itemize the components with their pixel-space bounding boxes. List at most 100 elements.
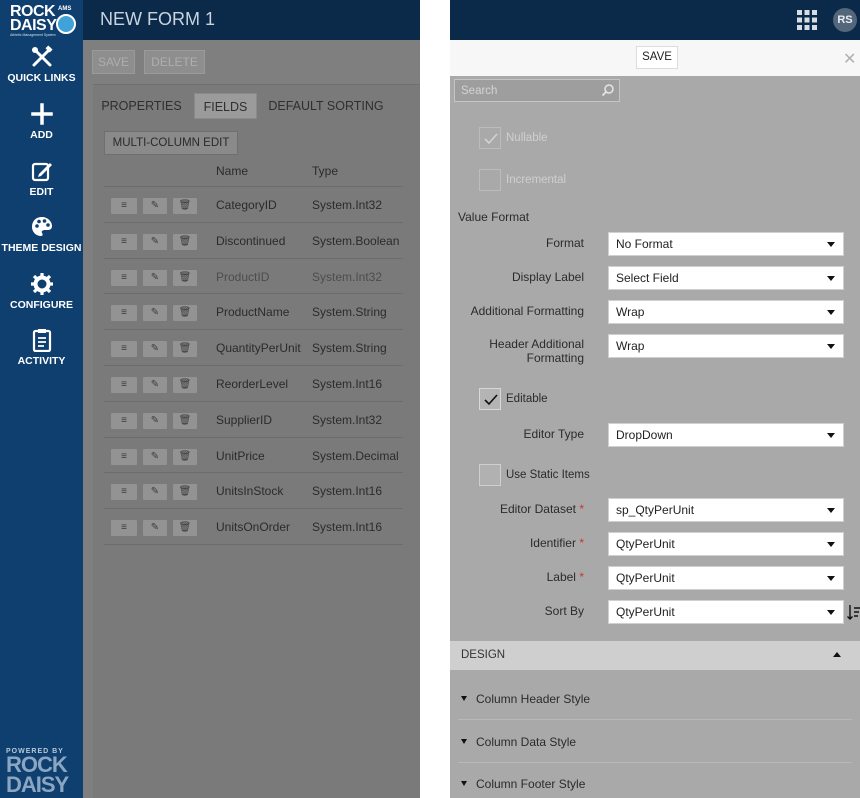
header-additional-formatting-select[interactable]: Wrap bbox=[608, 334, 844, 358]
trash-icon[interactable]: 🗑 bbox=[172, 483, 198, 502]
table-row[interactable]: ≡ ✎ 🗑 ProductName System.String bbox=[104, 293, 403, 329]
editor-dataset-label-text: Editor Dataset bbox=[499, 502, 576, 516]
pencil-icon[interactable]: ✎ bbox=[142, 376, 168, 394]
trash-icon[interactable]: 🗑 bbox=[172, 519, 198, 538]
pencil-icon[interactable]: ✎ bbox=[142, 304, 168, 323]
tab-default-sorting[interactable]: DEFAULT SORTING bbox=[263, 93, 389, 119]
trash-icon[interactable]: 🗑 bbox=[172, 197, 198, 215]
display-label-select[interactable]: Select Field bbox=[608, 266, 844, 290]
sidebar-item-quick-links[interactable]: QUICK LINKS bbox=[0, 45, 83, 84]
identifier-label-text: Identifier bbox=[529, 536, 576, 550]
powered-daisy-text: DAISY bbox=[6, 772, 69, 797]
close-icon[interactable]: ✕ bbox=[843, 49, 856, 69]
accordion-column-footer-style[interactable]: Column Footer Style bbox=[450, 763, 860, 798]
design-section-header[interactable]: DESIGN bbox=[450, 641, 860, 670]
editor-type-select[interactable]: DropDown bbox=[608, 423, 844, 447]
field-name: UnitsInStock bbox=[216, 484, 284, 499]
tab-fields[interactable]: FIELDS bbox=[194, 93, 257, 119]
sidebar-item-activity[interactable]: ACTIVITY bbox=[0, 328, 83, 367]
caret-down-icon bbox=[827, 242, 835, 247]
accordion-column-data-style[interactable]: Column Data Style bbox=[450, 721, 860, 763]
table-row[interactable]: ≡ ✎ 🗑 SupplierID System.Int32 bbox=[104, 400, 403, 437]
trash-icon[interactable]: 🗑 bbox=[172, 232, 198, 251]
nullable-checkbox[interactable] bbox=[479, 127, 501, 149]
drag-handle-icon[interactable]: ≡ bbox=[110, 411, 138, 430]
multi-column-edit-button[interactable]: MULTI-COLUMN EDIT bbox=[104, 131, 238, 155]
drag-handle-icon[interactable]: ≡ bbox=[110, 519, 138, 538]
table-row[interactable]: ≡ ✎ 🗑 ReorderLevel System.Int16 bbox=[104, 365, 403, 401]
search-box bbox=[454, 79, 620, 102]
avatar[interactable]: RS bbox=[833, 8, 857, 32]
value-format-heading: Value Format bbox=[458, 210, 530, 224]
drag-handle-icon[interactable]: ≡ bbox=[110, 304, 138, 323]
pencil-icon[interactable]: ✎ bbox=[142, 268, 168, 287]
field-name: UnitsOnOrder bbox=[216, 520, 291, 535]
pencil-icon[interactable]: ✎ bbox=[142, 232, 168, 251]
sort-direction-icon[interactable] bbox=[847, 603, 860, 621]
panel-save-button[interactable]: SAVE bbox=[636, 46, 678, 69]
table-row[interactable]: ≡ ✎ 🗑 UnitsOnOrder System.Int16 bbox=[104, 508, 403, 544]
sidebar-item-theme-design[interactable]: THEME DESIGN bbox=[0, 215, 83, 254]
edit-icon bbox=[31, 162, 52, 182]
clipboard-icon bbox=[32, 329, 51, 352]
label-select[interactable]: QtyPerUnit bbox=[608, 566, 844, 590]
sort-by-select[interactable]: QtyPerUnit bbox=[608, 600, 844, 624]
drag-handle-icon[interactable]: ≡ bbox=[110, 232, 138, 251]
pencil-icon[interactable]: ✎ bbox=[142, 340, 168, 359]
format-select[interactable]: No Format bbox=[608, 232, 844, 256]
field-type: System.Int16 bbox=[312, 484, 383, 499]
apps-grid-icon[interactable] bbox=[797, 10, 817, 30]
pencil-icon[interactable]: ✎ bbox=[142, 519, 168, 538]
sidebar-item-add[interactable]: ADD bbox=[0, 102, 83, 141]
sidebar-item-edit[interactable]: EDIT bbox=[0, 159, 83, 198]
incremental-checkbox[interactable] bbox=[479, 169, 501, 191]
save-button[interactable]: SAVE bbox=[92, 50, 135, 74]
daisy-flower-icon bbox=[56, 14, 76, 34]
editable-label: Editable bbox=[506, 393, 548, 405]
pencil-icon[interactable]: ✎ bbox=[142, 197, 168, 215]
editor-dataset-select[interactable]: sp_QtyPerUnit bbox=[608, 498, 844, 522]
table-row[interactable]: ≡ ✎ 🗑 UnitsInStock System.Int16 bbox=[104, 472, 403, 508]
drag-handle-icon[interactable]: ≡ bbox=[110, 376, 138, 394]
rockdaisy-logo[interactable]: ROCK AMS DAISY Athletic Management Syste… bbox=[8, 4, 76, 38]
trash-icon[interactable]: 🗑 bbox=[172, 304, 198, 323]
pencil-icon[interactable]: ✎ bbox=[142, 483, 168, 502]
editable-checkbox[interactable] bbox=[479, 388, 501, 410]
accordion-column-header-style[interactable]: Column Header Style bbox=[450, 678, 860, 720]
field-properties-panel: RS SAVE ✕ Nullable Incremental Value For… bbox=[450, 0, 860, 798]
trash-icon[interactable]: 🗑 bbox=[172, 268, 198, 287]
editor-dataset-label: Editor Dataset * bbox=[500, 503, 584, 516]
table-row[interactable]: ≡ ✎ 🗑 ProductID System.Int32 bbox=[104, 257, 403, 294]
field-type: System.String bbox=[312, 341, 387, 356]
use-static-items-checkbox[interactable] bbox=[479, 464, 501, 486]
sidebar-item-configure[interactable]: CONFIGURE bbox=[0, 272, 83, 311]
logo-subtitle: Athletic Management System bbox=[10, 33, 56, 37]
search-icon[interactable] bbox=[601, 83, 615, 97]
pencil-icon[interactable]: ✎ bbox=[142, 447, 168, 466]
search-input[interactable] bbox=[455, 80, 595, 101]
drag-handle-icon[interactable]: ≡ bbox=[110, 483, 138, 502]
trash-icon[interactable]: 🗑 bbox=[172, 447, 198, 466]
table-row[interactable]: ≡ ✎ 🗑 UnitPrice System.Decimal bbox=[104, 436, 403, 473]
tab-properties[interactable]: PROPERTIES bbox=[97, 93, 186, 119]
trash-icon[interactable]: 🗑 bbox=[172, 411, 198, 430]
table-row[interactable]: ≡ ✎ 🗑 CategoryID System.Int32 bbox=[104, 186, 403, 222]
delete-button[interactable]: DELETE bbox=[144, 50, 205, 74]
format-value: No Format bbox=[616, 237, 673, 251]
trash-icon[interactable]: 🗑 bbox=[172, 340, 198, 359]
drag-handle-icon[interactable]: ≡ bbox=[110, 268, 138, 287]
drag-handle-icon[interactable]: ≡ bbox=[110, 447, 138, 466]
accordion-label: Column Footer Style bbox=[476, 777, 586, 791]
drag-handle-icon[interactable]: ≡ bbox=[110, 340, 138, 359]
table-row[interactable]: ≡ ✎ 🗑 Discontinued System.Boolean bbox=[104, 221, 403, 258]
additional-formatting-select[interactable]: Wrap bbox=[608, 300, 844, 324]
table-row[interactable]: ≡ ✎ 🗑 QuantityPerUnit System.String bbox=[104, 329, 403, 365]
pencil-icon[interactable]: ✎ bbox=[142, 411, 168, 430]
identifier-select[interactable]: QtyPerUnit bbox=[608, 532, 844, 556]
trash-icon[interactable]: 🗑 bbox=[172, 376, 198, 394]
field-name: CategoryID bbox=[216, 198, 277, 212]
header-bar: NEW FORM 1 bbox=[83, 0, 420, 40]
sidebar-item-label: ADD bbox=[30, 129, 53, 141]
drag-handle-icon[interactable]: ≡ bbox=[110, 197, 138, 215]
sidebar-item-label: THEME DESIGN bbox=[1, 242, 82, 254]
